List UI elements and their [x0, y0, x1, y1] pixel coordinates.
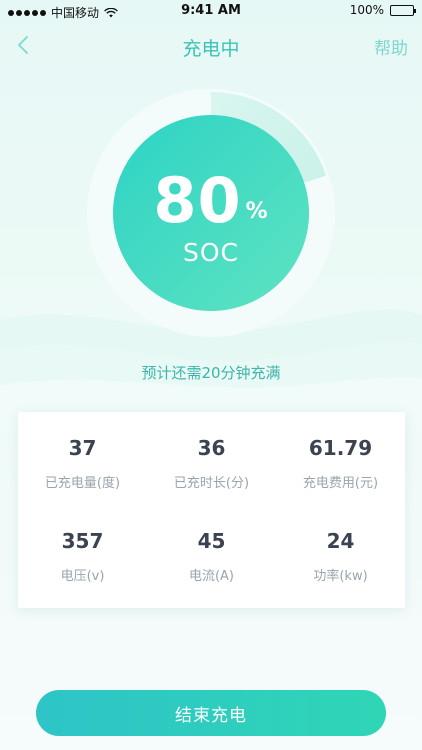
- stat-value: 24: [326, 529, 355, 553]
- nav-bar: 充电中 帮助: [0, 22, 422, 68]
- stat-value: 45: [197, 529, 226, 553]
- stat-voltage: 357 电压(v): [18, 529, 147, 584]
- stats-card: 37 已充电量(度) 36 已充时长(分) 61.79 充电费用(元) 357 …: [18, 412, 405, 608]
- stat-label: 电压(v): [60, 569, 105, 584]
- stat-current: 45 电流(A): [147, 529, 276, 584]
- page-title: 充电中: [182, 38, 240, 60]
- battery-percent: 100%: [349, 3, 384, 17]
- stat-value: 357: [61, 529, 104, 553]
- stat-power: 24 功率(kw): [276, 529, 405, 584]
- end-charging-button[interactable]: 结束充电: [36, 690, 386, 736]
- battery-icon: [390, 4, 416, 16]
- stat-label: 电流(A): [188, 569, 235, 584]
- soc-gauge: 80% SOC: [86, 88, 336, 338]
- stat-label: 已充电量(度): [44, 476, 121, 491]
- estimate-text: 预计还需20分钟充满: [141, 364, 281, 382]
- stat-value: 61.79: [308, 436, 373, 460]
- soc-label: SOC: [182, 238, 239, 267]
- soc-unit: %: [245, 199, 269, 224]
- stat-cost: 61.79 充电费用(元): [276, 436, 405, 491]
- status-bar: 中国移动 9:41 AM 100%: [0, 0, 422, 22]
- help-button[interactable]: 帮助: [374, 34, 408, 59]
- stat-label: 充电费用(元): [302, 476, 379, 491]
- stat-label: 功率(kw): [313, 569, 368, 584]
- stat-energy: 37 已充电量(度): [18, 436, 147, 491]
- status-right: 100%: [349, 3, 416, 17]
- stat-label: 已充时长(分): [173, 476, 250, 491]
- soc-value: 80%: [86, 164, 336, 237]
- stat-value: 36: [197, 436, 226, 460]
- stat-value: 37: [68, 436, 97, 460]
- stat-duration: 36 已充时长(分): [147, 436, 276, 491]
- soc-number: 80: [153, 164, 242, 237]
